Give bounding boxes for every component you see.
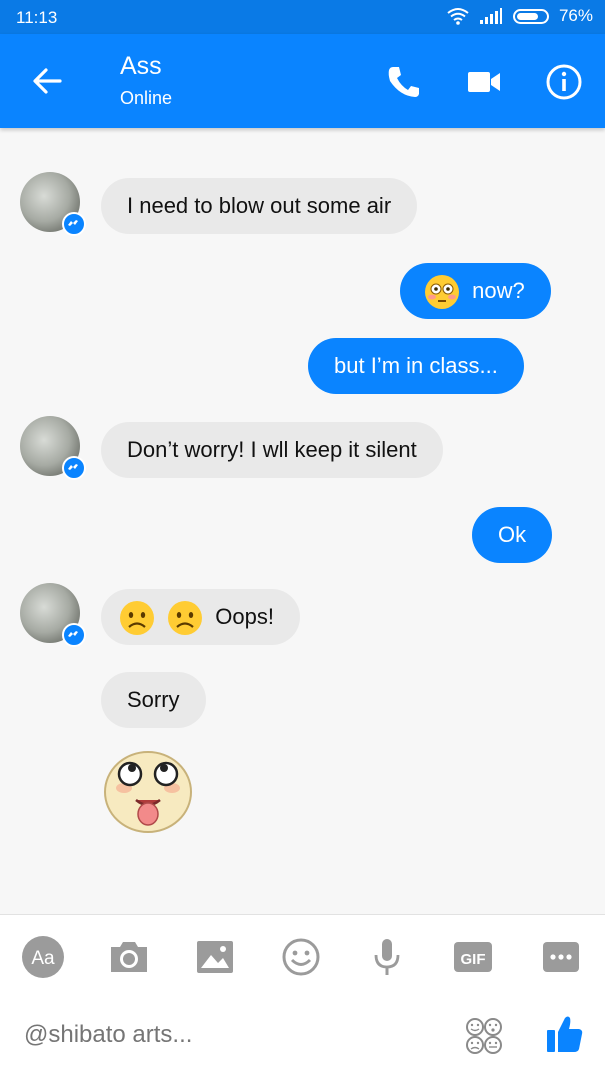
frowning-face-icon: [120, 601, 154, 636]
svg-text:Aa: Aa: [31, 948, 55, 969]
avatar[interactable]: [20, 583, 86, 647]
avatar[interactable]: [20, 172, 86, 236]
message-bubble[interactable]: now?: [400, 263, 551, 319]
message-bubble[interactable]: Don’t worry! I wll keep it silent: [101, 422, 443, 478]
stickers-icon[interactable]: [464, 1016, 504, 1056]
more-icon[interactable]: [539, 935, 583, 979]
message-text: Oops!: [215, 604, 274, 629]
message-text: now?: [472, 278, 525, 303]
battery-level-fill: [516, 12, 539, 20]
arrow-left-icon[interactable]: [30, 64, 64, 98]
battery-percent: 76%: [558, 6, 593, 25]
contact-name[interactable]: Ass: [120, 52, 162, 81]
phone-icon[interactable]: [384, 62, 424, 102]
messenger-badge-icon: [62, 623, 86, 647]
thumbs-up-icon[interactable]: [544, 1012, 584, 1056]
info-icon[interactable]: [544, 62, 584, 102]
message-text: Don’t worry! I wll keep it silent: [127, 437, 417, 462]
composer-input-row: [0, 998, 605, 1076]
status-time: 11:13: [16, 8, 58, 27]
message-bubble[interactable]: but I’m in class...: [308, 338, 524, 394]
message-input[interactable]: [22, 1020, 426, 1050]
messenger-badge-icon: [62, 456, 86, 480]
status-bar: 11:13 76%: [0, 0, 605, 34]
message-bubble[interactable]: Sorry: [101, 672, 206, 728]
frowning-face-icon: [168, 601, 203, 636]
aa-icon[interactable]: Aa: [21, 935, 65, 979]
avatar[interactable]: [20, 416, 86, 480]
svg-text:GIF: GIF: [461, 951, 486, 968]
flushed-face-icon: [425, 275, 459, 310]
battery-icon: [512, 8, 549, 24]
message-text: Sorry: [127, 687, 180, 712]
messenger-badge-icon: [62, 212, 86, 236]
smiley-icon[interactable]: [279, 935, 323, 979]
contact-status: Online: [120, 88, 173, 108]
message-bubble[interactable]: Ok: [472, 507, 553, 563]
message-text: but I’m in class...: [334, 353, 498, 378]
image-icon[interactable]: [193, 935, 237, 979]
conversation-header: Ass Online: [0, 34, 605, 128]
microphone-icon[interactable]: [365, 935, 409, 979]
message-list[interactable]: I need to blow out some air now? but I’m…: [0, 128, 605, 914]
message-bubble[interactable]: Oops!: [101, 589, 300, 645]
gif-icon[interactable]: GIF: [451, 935, 495, 979]
composer-toolbar: Aa GIF: [0, 914, 605, 999]
wifi-icon: [447, 8, 469, 25]
video-camera-icon[interactable]: [464, 62, 504, 102]
message-text: I need to blow out some air: [127, 193, 392, 218]
camera-icon[interactable]: [107, 935, 151, 979]
status-icons: 76%: [447, 6, 593, 26]
message-text: Ok: [498, 522, 527, 547]
message-bubble[interactable]: I need to blow out some air: [101, 178, 418, 234]
signal-icon: [479, 8, 502, 24]
silly-face-sticker[interactable]: [102, 748, 194, 834]
